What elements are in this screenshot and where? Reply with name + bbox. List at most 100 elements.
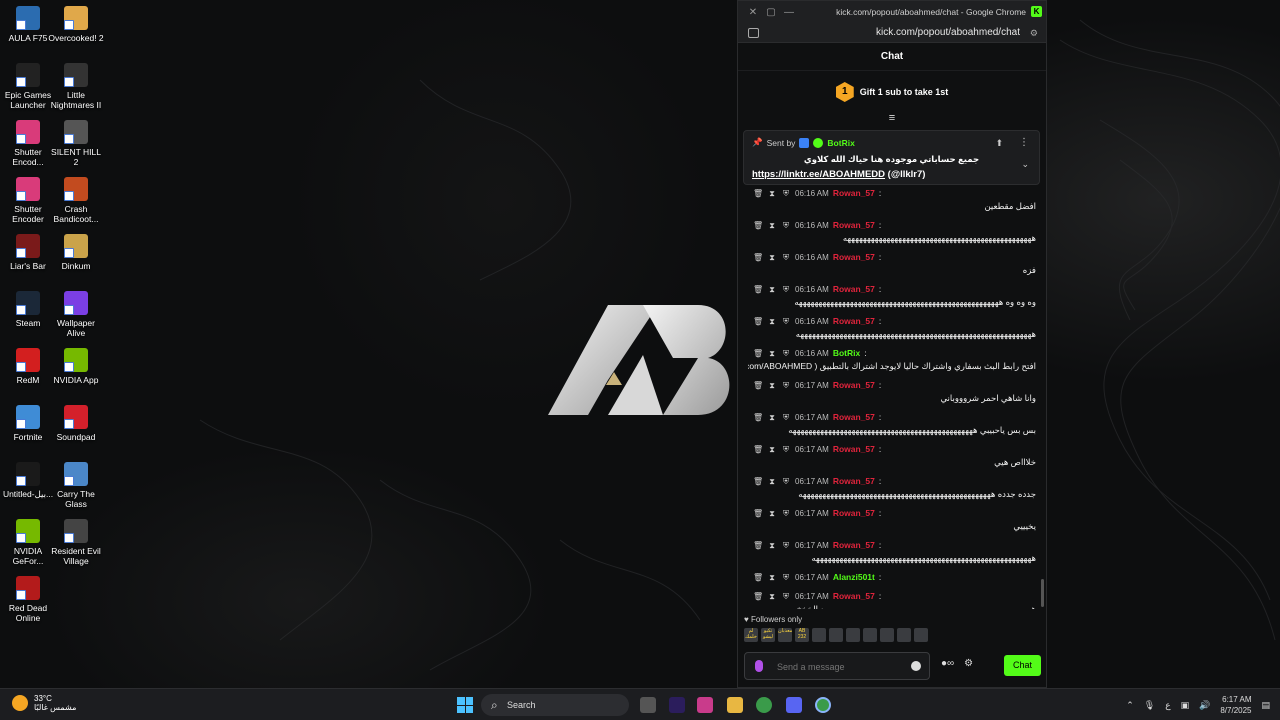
chat-message[interactable]: 🗑 ⧗ ⛨ 06:16 AM Rowan_57: هههههههههههههههههههه… xyxy=(738,216,1046,248)
message-username[interactable]: Rowan_57 xyxy=(833,411,875,424)
ban-icon[interactable]: ⛨ xyxy=(781,283,791,296)
timeout-icon[interactable]: ⧗ xyxy=(767,590,777,603)
timeout-icon[interactable]: ⧗ xyxy=(767,315,777,328)
timeout-icon[interactable]: ⧗ xyxy=(767,411,777,424)
windows-start-icon[interactable] xyxy=(457,697,473,713)
chat-message[interactable]: 🗑 ⧗ ⛨ 06:17 AM Rowan_57: هههههههههههههههههههه… xyxy=(738,587,1046,609)
more-options-icon[interactable]: ⋮ xyxy=(1019,137,1029,148)
timeout-icon[interactable]: ⧗ xyxy=(767,539,777,552)
message-username[interactable]: Rowan_57 xyxy=(833,219,875,232)
address-bar[interactable]: kick.com/popout/aboahmed/chat ⚙ xyxy=(738,23,1046,43)
unpin-icon[interactable]: ⬆ xyxy=(995,138,1003,149)
delete-icon[interactable]: 🗑 xyxy=(753,315,763,328)
ban-icon[interactable]: ⛨ xyxy=(781,187,791,200)
delete-icon[interactable]: 🗑 xyxy=(753,187,763,200)
chat-messages[interactable]: 🗑 ⧗ ⛨ 06:16 AM Rowan_57: افضل مقطعين 🗑 ⧗ ⛨ 06:16 … xyxy=(738,184,1046,609)
delete-icon[interactable]: 🗑 xyxy=(753,571,763,584)
desktop-icon[interactable]: Red Dead Online xyxy=(0,576,56,623)
emote-icon[interactable] xyxy=(897,628,911,642)
file-explorer-icon[interactable] xyxy=(727,697,743,713)
timeout-icon[interactable]: ⧗ xyxy=(767,347,777,360)
language-indicator[interactable]: ع xyxy=(1165,700,1170,711)
desktop-icon[interactable]: Dinkum xyxy=(48,234,104,271)
desktop-icon[interactable]: Carry The Glass xyxy=(48,462,104,509)
delete-icon[interactable]: 🗑 xyxy=(753,379,763,392)
timeout-icon[interactable]: ⧗ xyxy=(767,283,777,296)
message-username[interactable]: Rowan_57 xyxy=(833,315,875,328)
network-icon[interactable]: ▣ xyxy=(1181,700,1190,711)
message-username[interactable]: Rowan_57 xyxy=(833,507,875,520)
delete-icon[interactable]: 🗑 xyxy=(753,590,763,603)
delete-icon[interactable]: 🗑 xyxy=(753,283,763,296)
tune-icon[interactable]: ⚙ xyxy=(1030,28,1038,39)
chat-message[interactable]: 🗑 ⧗ ⛨ 06:16 AM Rowan_57: افضل مقطعين xyxy=(738,184,1046,216)
emote-icon[interactable] xyxy=(863,628,877,642)
chevron-up-icon[interactable]: ⌃ xyxy=(1126,700,1134,711)
ban-icon[interactable]: ⛨ xyxy=(781,539,791,552)
close-icon[interactable]: ✕ xyxy=(744,7,762,18)
mic-tray-icon[interactable]: 🎙 xyxy=(1144,700,1155,711)
pinned-link[interactable]: https://linktr.ee/ABOAHMEDD xyxy=(752,169,885,180)
timeout-icon[interactable]: ⧗ xyxy=(767,507,777,520)
chat-message[interactable]: 🗑 ⧗ ⛨ 06:17 AM Rowan_57: وانا شاهي احمر شرووو… xyxy=(738,376,1046,408)
settings-gear-icon[interactable]: ⚙ xyxy=(964,658,973,669)
desktop-icon[interactable]: Soundpad xyxy=(48,405,104,442)
delete-icon[interactable]: 🗑 xyxy=(753,539,763,552)
ban-icon[interactable]: ⛨ xyxy=(781,411,791,424)
chrome-active-icon[interactable] xyxy=(815,697,831,713)
message-username[interactable]: Rowan_57 xyxy=(833,283,875,296)
chat-message[interactable]: 🗑 ⧗ ⛨ 06:16 AM Rowan_57: وه وه وه ههههههههههه… xyxy=(738,280,1046,312)
emote-icon[interactable] xyxy=(914,628,928,642)
message-username[interactable]: Rowan_57 xyxy=(833,590,875,603)
send-chat-button[interactable]: Chat xyxy=(1004,655,1041,676)
delete-icon[interactable]: 🗑 xyxy=(753,251,763,264)
chat-message[interactable]: 🗑 ⧗ ⛨ 06:16 AM BotRix: افتح رابط البث بسفاري … xyxy=(738,344,1046,376)
gift-banner[interactable]: 1 Gift 1 sub to take 1st xyxy=(738,71,1046,113)
pinned-sender[interactable]: BotRix xyxy=(827,138,854,148)
filter-icon[interactable]: ≡ xyxy=(738,113,1046,127)
message-username[interactable]: Rowan_57 xyxy=(833,251,875,264)
timeout-icon[interactable]: ⧗ xyxy=(767,475,777,488)
timeout-icon[interactable]: ⧗ xyxy=(767,251,777,264)
minimize-icon[interactable]: — xyxy=(780,7,798,18)
message-username[interactable]: BotRix xyxy=(833,347,860,360)
emote-icon[interactable]: لم خلمك xyxy=(744,628,758,642)
site-info-icon[interactable] xyxy=(748,28,759,38)
ban-icon[interactable]: ⛨ xyxy=(781,315,791,328)
ban-icon[interactable]: ⛨ xyxy=(781,443,791,456)
emote-icon[interactable]: AB 232 xyxy=(795,628,809,642)
ban-icon[interactable]: ⛨ xyxy=(781,379,791,392)
chevron-down-icon[interactable]: ⌄ xyxy=(1021,159,1029,170)
maximize-icon[interactable]: ▢ xyxy=(762,7,780,18)
ban-icon[interactable]: ⛨ xyxy=(781,219,791,232)
chat-message[interactable]: 🗑 ⧗ ⛨ 06:17 AM Alanzi501t: xyxy=(738,568,1046,587)
ban-icon[interactable]: ⛨ xyxy=(781,251,791,264)
emoji-icon[interactable] xyxy=(911,661,921,671)
ban-icon[interactable]: ⛨ xyxy=(781,507,791,520)
clock[interactable]: 6:17 AM 8/7/2025 xyxy=(1220,694,1251,716)
delete-icon[interactable]: 🗑 xyxy=(753,443,763,456)
desktop-icon[interactable]: Resident Evil Village xyxy=(48,519,104,566)
delete-icon[interactable]: 🗑 xyxy=(753,347,763,360)
ban-icon[interactable]: ⛨ xyxy=(781,571,791,584)
message-username[interactable]: Rowan_57 xyxy=(833,187,875,200)
desktop-icon[interactable]: Overcooked! 2 xyxy=(48,6,104,43)
points-icon[interactable]: ●∞ xyxy=(941,658,954,669)
delete-icon[interactable]: 🗑 xyxy=(753,507,763,520)
timeout-icon[interactable]: ⧗ xyxy=(767,187,777,200)
message-username[interactable]: Rowan_57 xyxy=(833,475,875,488)
message-username[interactable]: Rowan_57 xyxy=(833,379,875,392)
emote-icon[interactable] xyxy=(846,628,860,642)
timeout-icon[interactable]: ⧗ xyxy=(767,443,777,456)
instagram-icon[interactable] xyxy=(697,697,713,713)
task-view-icon[interactable] xyxy=(640,697,656,713)
mic-icon[interactable] xyxy=(755,660,763,672)
emote-icon[interactable] xyxy=(880,628,894,642)
notification-icon[interactable]: ▤ xyxy=(1261,700,1270,711)
message-input[interactable] xyxy=(777,658,907,676)
chat-message[interactable]: 🗑 ⧗ ⛨ 06:16 AM Rowan_57: هههههههههههههههههههه… xyxy=(738,312,1046,344)
emote-icon[interactable] xyxy=(812,628,826,642)
desktop-icon[interactable]: Wallpaper Alive xyxy=(48,291,104,338)
timeout-icon[interactable]: ⧗ xyxy=(767,571,777,584)
scrollbar[interactable] xyxy=(1041,579,1044,607)
